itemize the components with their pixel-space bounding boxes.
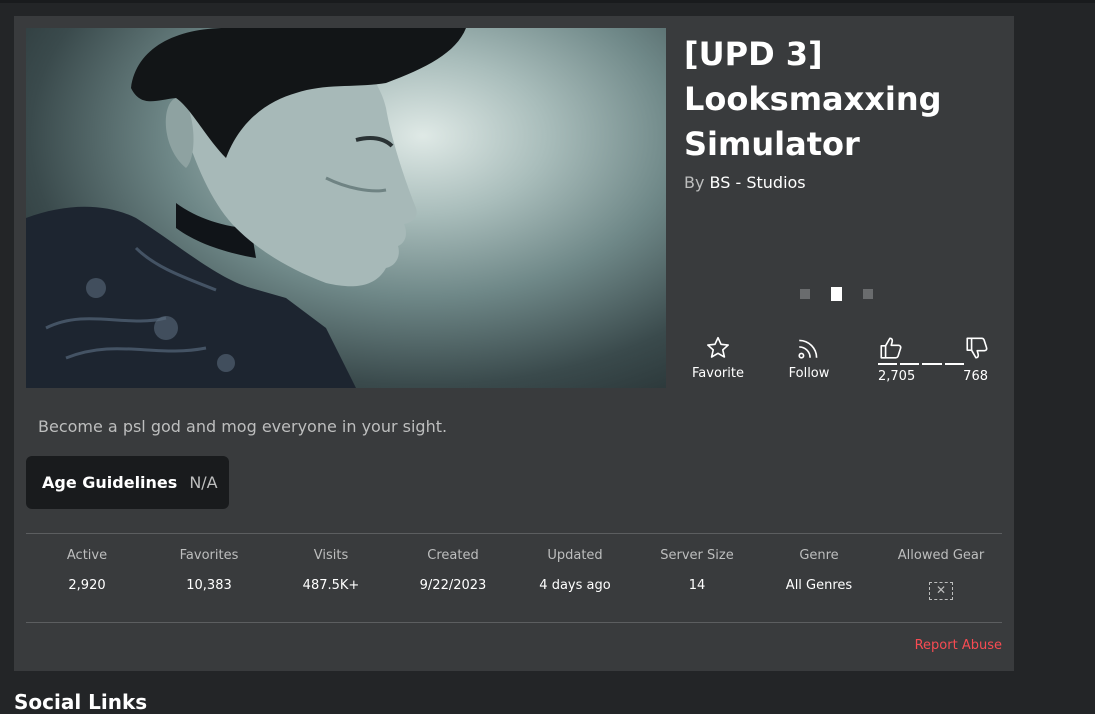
divider <box>26 533 1002 534</box>
age-guidelines-label: Age Guidelines <box>42 473 178 492</box>
carousel-dot[interactable] <box>800 289 810 299</box>
divider <box>26 622 1002 623</box>
stat-active: Active 2,920 <box>26 546 148 596</box>
follow-label: Follow <box>788 366 830 381</box>
report-abuse-link[interactable]: Report Abuse <box>915 638 1002 653</box>
stat-value[interactable]: All Genres <box>758 576 880 596</box>
upvote-count: 2,705 <box>878 369 916 384</box>
social-links-heading: Social Links <box>14 690 148 714</box>
thumbnail-portrait-image <box>26 28 466 388</box>
age-guidelines-badge[interactable]: Age Guidelines N/A <box>26 456 229 509</box>
stat-server-size: Server Size 14 <box>636 546 758 596</box>
stat-label: Created <box>427 548 479 563</box>
byline-prefix: By <box>684 173 705 192</box>
carousel-dot-active[interactable] <box>831 287 842 301</box>
stat-label: Active <box>66 548 108 563</box>
carousel-dot[interactable] <box>863 289 873 299</box>
stat-value: 9/22/2023 <box>419 578 487 593</box>
game-description: Become a psl god and mog everyone in you… <box>38 417 448 436</box>
downvote-count: 768 <box>963 369 988 384</box>
favorite-label: Favorite <box>692 366 744 381</box>
thumbs-up-icon[interactable] <box>876 334 906 362</box>
stat-value: 14 <box>688 578 706 593</box>
star-icon <box>683 334 753 362</box>
favorite-button[interactable]: Favorite <box>683 334 753 381</box>
stat-favorites: Favorites 10,383 <box>148 546 270 596</box>
stat-label: Allowed Gear <box>897 548 985 563</box>
stat-genre: Genre All Genres <box>758 546 880 596</box>
stat-value: 2,920 <box>68 578 106 593</box>
vote-section: 2,705 768 <box>874 334 994 394</box>
stat-label: Favorites <box>179 548 239 563</box>
stat-allowed-gear: Allowed Gear ✕ <box>880 546 1002 600</box>
game-thumbnail[interactable] <box>26 28 666 388</box>
follow-button[interactable]: Follow <box>774 334 844 381</box>
stat-label: Genre <box>799 548 839 563</box>
top-nav-edge <box>0 0 1095 3</box>
stat-created: Created 9/22/2023 <box>392 546 514 596</box>
stat-label: Server Size <box>660 548 734 563</box>
stat-updated: Updated 4 days ago <box>514 546 636 596</box>
thumbs-down-icon[interactable] <box>962 334 992 362</box>
age-guidelines-value: N/A <box>189 473 218 492</box>
stat-value: 10,383 <box>186 578 232 593</box>
vote-ratio-bar <box>878 363 987 365</box>
stat-label: Updated <box>547 548 603 563</box>
game-stats: Active 2,920 Favorites 10,383 Visits 487… <box>26 546 1002 600</box>
gear-not-allowed-icon: ✕ <box>929 582 953 600</box>
stat-visits: Visits 487.5K+ <box>270 546 392 596</box>
creator-link[interactable]: BS - Studios <box>710 173 806 192</box>
rss-follow-icon <box>774 334 844 362</box>
game-byline: By BS - Studios <box>684 173 806 192</box>
stat-label: Visits <box>313 548 349 563</box>
stat-value: 4 days ago <box>539 578 611 593</box>
stat-value: 487.5K+ <box>302 578 360 593</box>
game-details-card: [UPD 3] Looksmaxxing Simulator By BS - S… <box>14 16 1014 671</box>
game-title: [UPD 3] Looksmaxxing Simulator <box>684 35 942 163</box>
